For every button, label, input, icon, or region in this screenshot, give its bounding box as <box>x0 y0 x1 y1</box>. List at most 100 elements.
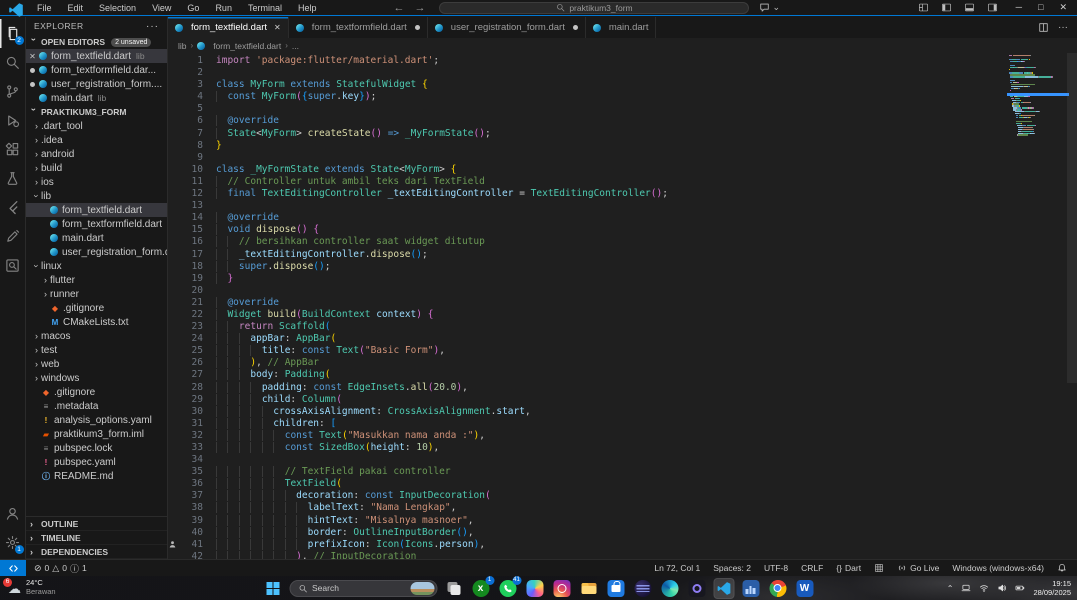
menu-selection[interactable]: Selection <box>92 2 143 14</box>
section-outline[interactable]: ›OUTLINE <box>26 517 167 531</box>
file-item[interactable]: ⓘREADME.md <box>26 469 167 483</box>
battery-icon[interactable] <box>1015 583 1025 593</box>
menu-view[interactable]: View <box>145 2 178 14</box>
project-header[interactable]: › PRAKTIKUM3_FORM <box>26 105 167 119</box>
file-item[interactable]: form_textfield.dart <box>26 203 167 217</box>
file-item[interactable]: ≡pubspec.lock <box>26 441 167 455</box>
taskbar-app-copilot[interactable] <box>524 578 545 599</box>
breadcrumb-item[interactable]: lib <box>178 41 187 51</box>
taskbar-app-instagram[interactable] <box>551 578 572 599</box>
status-windows-windows-x64[interactable]: Windows (windows-x64) <box>952 563 1044 573</box>
activity-account-icon[interactable] <box>0 499 26 528</box>
section-dependencies[interactable]: ›DEPENDENCIES <box>26 545 167 559</box>
start-button[interactable] <box>262 578 283 599</box>
modified-dot[interactable] <box>26 68 39 73</box>
open-editors-header[interactable]: › OPEN EDITORS 2 unsaved <box>26 35 167 49</box>
breadcrumb-item[interactable]: ... <box>292 41 299 51</box>
remote-indicator[interactable] <box>0 560 26 576</box>
taskbar-app-file-explorer[interactable] <box>578 578 599 599</box>
folder-item[interactable]: ›.dart_tool <box>26 119 167 133</box>
taskbar-search[interactable]: Search <box>289 580 437 597</box>
status-bell[interactable] <box>1057 563 1067 573</box>
taskbar-app-task-manager[interactable] <box>740 578 761 599</box>
menu-go[interactable]: Go <box>180 2 206 14</box>
weather-widget[interactable]: ☁6 24°C Berawan <box>8 579 56 596</box>
file-item[interactable]: MCMakeLists.txt <box>26 315 167 329</box>
menu-edit[interactable]: Edit <box>61 2 91 14</box>
file-item[interactable]: ≡.metadata <box>26 399 167 413</box>
editor-tab[interactable]: form_textfield.dart✕ <box>168 17 289 38</box>
clock[interactable]: 19:15 28/09/2025 <box>1033 579 1071 598</box>
taskbar-app-xbox[interactable]: x1 <box>470 578 491 599</box>
menu-run[interactable]: Run <box>208 2 239 14</box>
editor-tab[interactable]: form_textformfield.dart <box>289 17 428 38</box>
folder-item[interactable]: ›lib <box>26 189 167 203</box>
section-timeline[interactable]: ›TIMELINE <box>26 531 167 545</box>
taskbar-app-chrome[interactable] <box>767 578 788 599</box>
hidden-icons-chevron-icon[interactable]: ⌃ <box>947 584 954 593</box>
activity-run-debug-icon[interactable] <box>0 106 26 135</box>
status-spaces-2[interactable]: Spaces: 2 <box>713 563 751 573</box>
taskbar-app-vscode[interactable] <box>713 578 734 599</box>
maximize-button[interactable]: □ <box>1038 2 1043 13</box>
activity-source-control-icon[interactable] <box>0 77 26 106</box>
activity-files-icon[interactable]: 2 <box>0 19 26 48</box>
close-icon[interactable]: ✕ <box>26 52 39 61</box>
editor-tab[interactable]: user_registration_form.dart <box>428 17 586 38</box>
close-button[interactable]: ✕ <box>1059 2 1067 13</box>
file-item[interactable]: ▰praktikum3_form.iml <box>26 427 167 441</box>
customize-layout-icon[interactable] <box>918 2 929 13</box>
status-grid[interactable] <box>874 563 884 573</box>
taskbar-app-whatsapp[interactable]: 41 <box>497 578 518 599</box>
activity-search-icon[interactable] <box>0 48 26 77</box>
breadcrumb[interactable]: lib›form_textfield.dart›... <box>168 38 1077 53</box>
toggle-secondary-sidebar-icon[interactable] <box>987 2 998 13</box>
taskbar-app-microsoft-store[interactable] <box>605 578 626 599</box>
folder-item[interactable]: ›web <box>26 357 167 371</box>
folder-item[interactable]: ›test <box>26 343 167 357</box>
file-item[interactable]: !pubspec.yaml <box>26 455 167 469</box>
folder-item[interactable]: ›flutter <box>26 273 167 287</box>
folder-item[interactable]: ›macos <box>26 329 167 343</box>
breadcrumb-item[interactable]: form_textfield.dart <box>213 41 281 51</box>
more-actions-icon[interactable]: ··· <box>146 21 159 32</box>
file-item[interactable]: ◆.gitignore <box>26 385 167 399</box>
open-editor-item[interactable]: user_registration_form.... <box>26 77 167 91</box>
open-editor-item[interactable]: main.dartlib <box>26 91 167 105</box>
folder-item[interactable]: ›build <box>26 161 167 175</box>
problems-indicator[interactable]: ⊘0△0ⓘ1 <box>26 562 95 575</box>
taskbar-app-task-view[interactable] <box>443 578 464 599</box>
activity-code-assist-icon[interactable] <box>0 222 26 251</box>
folder-item[interactable]: ›linux <box>26 259 167 273</box>
close-icon[interactable]: ✕ <box>274 23 281 32</box>
activity-flutter-icon[interactable] <box>0 193 26 222</box>
open-editor-item[interactable]: form_textformfield.dar... <box>26 63 167 77</box>
folder-item[interactable]: ›runner <box>26 287 167 301</box>
toggle-panel-icon[interactable] <box>964 2 975 13</box>
touchpad-icon[interactable] <box>961 583 971 593</box>
folder-item[interactable]: ›android <box>26 147 167 161</box>
file-item[interactable]: main.dart <box>26 231 167 245</box>
forward-icon[interactable]: → <box>414 2 425 14</box>
folder-item[interactable]: ›windows <box>26 371 167 385</box>
menu-help[interactable]: Help <box>291 2 324 14</box>
minimize-button[interactable]: ─ <box>1016 2 1022 13</box>
minimap[interactable] <box>1009 55 1067 136</box>
taskbar-app-eclipse[interactable] <box>632 578 653 599</box>
code-area[interactable]: 1import 'package:flutter/material.dart';… <box>168 53 1077 559</box>
toggle-sidebar-icon[interactable] <box>941 2 952 13</box>
menu-file[interactable]: File <box>30 2 59 14</box>
copilot-menu[interactable]: ⌄ <box>759 2 780 13</box>
open-editor-item[interactable]: ✕form_textfield.dartlib <box>26 49 167 63</box>
activity-extensions-icon[interactable] <box>0 135 26 164</box>
taskbar-app-word[interactable]: W <box>794 578 815 599</box>
editor-tab[interactable]: main.dart <box>586 17 657 38</box>
modified-dot[interactable] <box>26 82 39 87</box>
taskbar-app-media-app[interactable] <box>686 578 707 599</box>
volume-icon[interactable] <box>997 583 1007 593</box>
taskbar-app-edge[interactable] <box>659 578 680 599</box>
menu-terminal[interactable]: Terminal <box>241 2 289 14</box>
back-icon[interactable]: ← <box>393 2 404 14</box>
scrollbar[interactable] <box>1067 53 1077 383</box>
activity-search-editor-icon[interactable] <box>0 251 26 280</box>
